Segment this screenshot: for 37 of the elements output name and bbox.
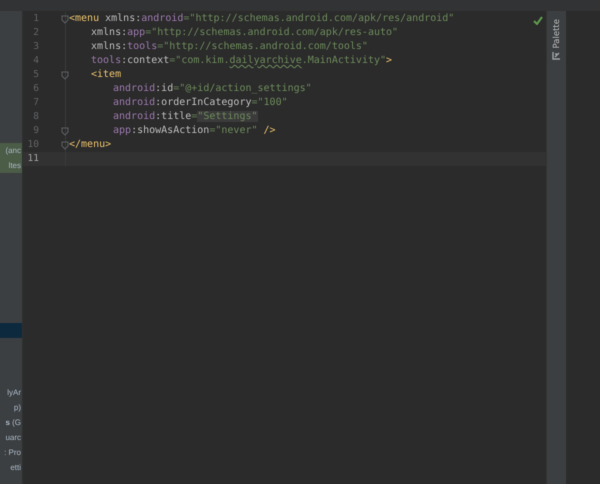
- project-tree-item[interactable]: : Pro: [0, 445, 22, 460]
- project-tree-item[interactable]: (anc: [0, 143, 22, 158]
- project-tree-item[interactable]: lyAr: [0, 385, 22, 400]
- check-icon: [533, 16, 543, 25]
- code-line: app:showAsAction="never" />: [113, 125, 276, 136]
- fold-icon[interactable]: [61, 140, 69, 150]
- line-number: 8: [32, 110, 40, 124]
- project-tree-item[interactable]: ltes: [0, 158, 22, 173]
- code-line: xmlns:app="http://schemas.android.com/apk/res-auto": [91, 27, 398, 38]
- code-line: tools:context="com.kim.dailyarchive.MainActivity">: [91, 55, 392, 66]
- code-line: android:orderInCategory="100": [113, 97, 288, 108]
- line-number: 10: [26, 138, 40, 152]
- fold-icon[interactable]: [61, 14, 69, 24]
- project-tree-item[interactable]: uarc: [0, 430, 22, 445]
- fold-icon[interactable]: [61, 70, 69, 80]
- line-number: 2: [32, 26, 40, 40]
- line-number: 9: [32, 124, 40, 138]
- code-line: <menu xmlns:android="http://schemas.android.com/apk/res/android": [69, 13, 454, 24]
- project-tree-item[interactable]: p): [0, 400, 22, 415]
- line-number: 1: [32, 12, 40, 26]
- code-line: <item: [91, 69, 122, 80]
- project-tree-item[interactable]: etti: [0, 460, 22, 475]
- line-number: 3: [32, 40, 40, 54]
- line-number: 11: [26, 152, 40, 166]
- palette-icon: [552, 51, 561, 60]
- code-line: android:title="Settings": [113, 111, 258, 122]
- editor-area[interactable]: [22, 11, 546, 484]
- line-number: 4: [32, 54, 40, 68]
- project-tree-item[interactable]: s (G: [0, 415, 22, 430]
- code-line: android:id="@+id/action_settings": [113, 83, 312, 94]
- code-line: </menu>: [69, 139, 112, 150]
- line-number: 5: [32, 68, 40, 82]
- line-number: 7: [32, 96, 40, 110]
- palette-tab[interactable]: Palette: [547, 11, 566, 64]
- line-number: 6: [32, 82, 40, 96]
- code-line: xmlns:tools="http://schemas.android.com/tools": [91, 41, 368, 52]
- fold-icon[interactable]: [61, 126, 69, 136]
